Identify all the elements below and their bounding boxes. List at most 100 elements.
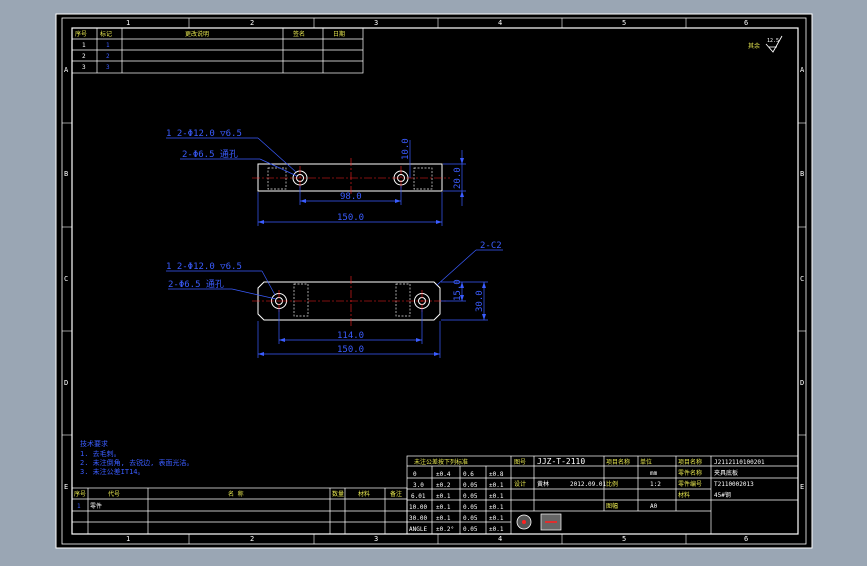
label-drawing-no: 图号 (514, 459, 526, 466)
tol-r1-d: ±0.8 (489, 471, 504, 478)
row-label-left-e: E (64, 483, 68, 491)
tol-r2-a: 3.0 (413, 482, 424, 489)
col-label-top-3: 3 (374, 19, 378, 27)
roughness-label: 其余 (748, 42, 760, 50)
rev-row-1-mark: 1 (106, 42, 110, 49)
tol-r4-c: 0.05 (463, 504, 478, 511)
col-label-top-6: 6 (744, 19, 748, 27)
rev-row-1-no: 1 (82, 42, 86, 49)
cad-drawing: 1 2 3 4 5 6 1 2 3 4 5 6 A B C D E A B C … (55, 13, 813, 549)
label-scale: 比例 (606, 480, 618, 488)
tol-r6-c: 0.05 (463, 526, 478, 533)
tol-r5-a: 30.00 (409, 515, 427, 522)
tol-r2-d: ±0.1 (489, 482, 504, 489)
front-callout-chamfer: 2-C2 (480, 241, 502, 251)
front-callout-through: 2-Φ6.5 通孔 (168, 279, 224, 290)
label-size: 图幅 (606, 502, 618, 510)
parts-header-code: 代号 (108, 490, 120, 498)
parts-row-1-code: 零件 (90, 502, 102, 510)
parts-header-name: 名 称 (228, 490, 244, 498)
top-callout-counterbore: 1 2-Φ12.0 ▽6.5 (166, 129, 242, 139)
col-label-top-5: 5 (622, 19, 626, 27)
top-dim-inner: 98.0 (340, 192, 362, 202)
label-material: 材料 (678, 491, 690, 499)
top-dim-total: 150.0 (337, 213, 364, 223)
value-part-name: 夹具底板 (714, 469, 738, 477)
rev-header-no: 序号 (75, 30, 87, 38)
tol-r2-b: ±0.2 (436, 482, 451, 489)
tol-r5-c: 0.05 (463, 515, 478, 522)
label-part-no: 零件编号 (678, 480, 702, 488)
value-material: 45#钢 (714, 491, 731, 499)
label-unit: 单位 (640, 458, 652, 466)
value-unit: mm (650, 470, 658, 477)
col-label-bottom-6: 6 (744, 535, 748, 543)
notes-line-1: 1. 去毛刺。 (80, 449, 121, 458)
rev-header-desc: 更改说明 (185, 30, 209, 38)
col-label-top-2: 2 (250, 19, 254, 27)
value-part-no: T2110002013 (714, 481, 754, 488)
tol-r4-a: 10.00 (409, 504, 427, 511)
tol-r1-c: 0.6 (463, 471, 474, 478)
front-dim-small: 15.0 (453, 279, 463, 301)
label-project: 项目名称 (606, 458, 630, 466)
rev-header-sign: 签名 (293, 30, 305, 38)
col-label-bottom-3: 3 (374, 535, 378, 543)
value-size: A0 (650, 503, 658, 510)
col-label-bottom-4: 4 (498, 535, 502, 543)
value-project-code: J2112110100201 (714, 459, 765, 466)
row-label-right-d: D (800, 379, 804, 387)
tol-r3-d: ±0.1 (489, 493, 504, 500)
value-scale: 1:2 (650, 481, 661, 488)
col-label-bottom-5: 5 (622, 535, 626, 543)
rev-row-2-no: 2 (82, 53, 86, 60)
parts-header-no: 序号 (74, 490, 86, 498)
top-callout-through: 2-Φ6.5 通孔 (182, 149, 238, 160)
col-label-bottom-2: 2 (250, 535, 254, 543)
tol-r6-a: ANGLE (409, 526, 427, 533)
row-label-right-e: E (800, 483, 804, 491)
tol-r3-c: 0.05 (463, 493, 478, 500)
label-part-name: 零件名称 (678, 469, 702, 477)
tol-r1-b: ±0.4 (436, 471, 451, 478)
tol-r6-d: ±0.1 (489, 526, 504, 533)
col-label-bottom-1: 1 (126, 535, 130, 543)
tol-r6-b: ±0.2° (436, 526, 454, 533)
projection-symbol-dot (522, 520, 526, 524)
parts-header-material: 材料 (358, 490, 370, 498)
value-date: 2012.09.01 (570, 481, 607, 488)
tol-r5-d: ±0.1 (489, 515, 504, 522)
tol-r3-b: ±0.1 (436, 493, 451, 500)
rev-row-3-no: 3 (82, 64, 86, 71)
parts-header-qty: 数量 (332, 490, 344, 498)
tol-r1-a: 0 (413, 471, 417, 478)
parts-row-1-no: 1 (77, 503, 81, 510)
row-label-left-c: C (64, 275, 68, 283)
notes-line-2: 2. 未注倒角, 去锐边, 表面光洁。 (80, 458, 194, 467)
row-label-left-d: D (64, 379, 68, 387)
parts-header-remark: 备注 (390, 490, 402, 498)
front-dim-total: 150.0 (337, 345, 364, 355)
row-label-right-b: B (800, 170, 804, 178)
top-dim-height: 20.0 (453, 167, 463, 189)
tol-title: 未注公差按下列标准 (414, 458, 468, 466)
roughness-value: 12.5 (767, 38, 779, 44)
value-drawing-no: JJZ-T-2110 (537, 457, 585, 466)
front-callout-counterbore: 1 2-Φ12.0 ▽6.5 (166, 262, 242, 272)
notes-title: 技术要求 (80, 439, 108, 448)
row-label-left-b: B (64, 170, 68, 178)
row-label-right-c: C (800, 275, 804, 283)
rev-header-date: 日期 (333, 30, 345, 38)
tol-r4-d: ±0.1 (489, 504, 504, 511)
col-label-top-1: 1 (126, 19, 130, 27)
col-label-top-4: 4 (498, 19, 502, 27)
tol-r4-b: ±0.1 (436, 504, 451, 511)
top-dim-small: 10.0 (401, 138, 411, 160)
drawing-sheet: 1 2 3 4 5 6 1 2 3 4 5 6 A B C D E A B C … (0, 0, 867, 562)
rev-row-2-mark: 2 (106, 53, 110, 60)
value-designer: 黄林 (537, 480, 549, 488)
front-dim-inner: 114.0 (337, 331, 364, 341)
tol-r2-c: 0.05 (463, 482, 478, 489)
tol-r5-b: ±0.1 (436, 515, 451, 522)
label-project-code: 项目名称 (678, 458, 702, 466)
